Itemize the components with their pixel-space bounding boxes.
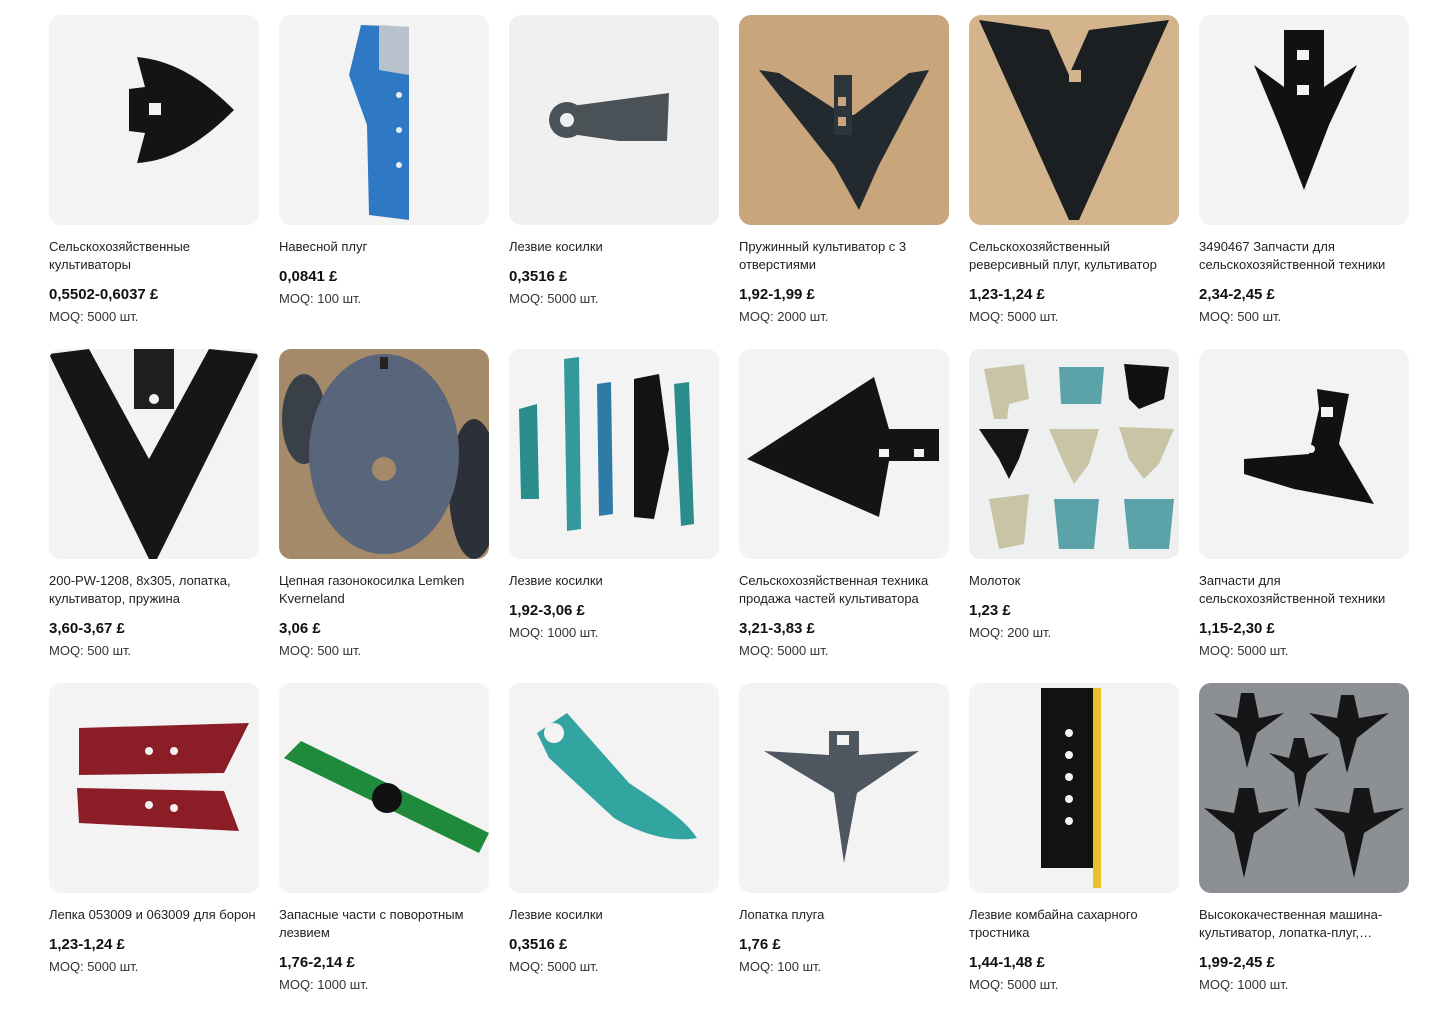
product-moq: MOQ: 1000 шт. [1199, 977, 1289, 992]
cultivator-point-image[interactable] [1199, 15, 1409, 225]
sweeps-set-image[interactable] [1199, 683, 1409, 893]
product-card[interactable]: 3490467 Запчасти для сельскохозяйственно… [1199, 15, 1409, 349]
product-card[interactable]: Запасные части с поворотным лезвием 1,76-… [279, 683, 489, 1017]
product-title[interactable]: Лепка 053009 и 063009 для борон [49, 906, 259, 924]
product-title[interactable]: Лезвие косилки [509, 238, 719, 256]
product-moq: MOQ: 100 шт. [279, 291, 362, 306]
product-moq: MOQ: 5000 шт. [1199, 643, 1289, 658]
product-card[interactable]: Сельскохозяйственный реверсивный плуг, к… [969, 15, 1179, 349]
product-card[interactable]: Лепка 053009 и 063009 для борон 1,23-1,24… [49, 683, 259, 1017]
product-title[interactable]: Запасные части с поворотным лезвием [279, 906, 489, 942]
arrow-sweep-image[interactable] [739, 349, 949, 559]
product-moq: MOQ: 100 шт. [739, 959, 822, 974]
red-blades-image[interactable] [49, 683, 259, 893]
product-moq: MOQ: 5000 шт. [509, 959, 599, 974]
product-title[interactable]: 200-PW-1208, 8x305, лопатка, культиватор… [49, 572, 259, 608]
product-card[interactable]: Сельскохозяйственная техника продажа час… [739, 349, 949, 683]
product-title[interactable]: 3490467 Запчасти для сельскохозяйственно… [1199, 238, 1409, 274]
product-moq: MOQ: 500 шт. [279, 643, 362, 658]
product-price: 1,92-3,06 £ [509, 602, 585, 619]
product-price: 0,3516 £ [509, 268, 568, 285]
product-card[interactable]: Сельскохозяйственные культиваторы 0,5502-… [49, 15, 259, 349]
hammers-image[interactable] [969, 349, 1179, 559]
product-card[interactable]: Высококачественная машина-культиватор, л… [1199, 683, 1409, 1017]
product-moq: MOQ: 5000 шт. [969, 309, 1059, 324]
product-card[interactable]: Навесной плуг 0,0841 £ MOQ: 100 шт. [279, 15, 489, 349]
product-card[interactable]: Лезвие комбайна сахарного тростника 1,44-… [969, 683, 1179, 1017]
product-moq: MOQ: 2000 шт. [739, 309, 829, 324]
product-price: 1,92-1,99 £ [739, 286, 815, 303]
product-moq: MOQ: 500 шт. [49, 643, 132, 658]
product-title[interactable]: Молоток [969, 572, 1179, 590]
product-price: 0,5502-0,6037 £ [49, 286, 159, 303]
sweep-shank-image[interactable] [1199, 349, 1409, 559]
product-card[interactable]: Запчасти для сельскохозяйственной техник… [1199, 349, 1409, 683]
plough-blade-image[interactable] [279, 15, 489, 225]
product-price: 3,60-3,67 £ [49, 620, 125, 637]
product-price: 1,15-2,30 £ [1199, 620, 1275, 637]
product-card[interactable]: Лезвие косилки 0,3516 £ MOQ: 5000 шт. [509, 683, 719, 1017]
product-price: 1,44-1,48 £ [969, 954, 1045, 971]
product-moq: MOQ: 5000 шт. [509, 291, 599, 306]
plough-disc-image[interactable] [279, 349, 489, 559]
reversible-plough-image[interactable] [969, 15, 1179, 225]
product-grid: Сельскохозяйственные культиваторы 0,5502-… [49, 15, 1409, 1017]
cane-blade-image[interactable] [969, 683, 1179, 893]
product-moq: MOQ: 5000 шт. [969, 977, 1059, 992]
product-title[interactable]: Лезвие комбайна сахарного тростника [969, 906, 1179, 942]
flail-blades-image[interactable] [509, 349, 719, 559]
product-title[interactable]: Сельскохозяйственный реверсивный плуг, к… [969, 238, 1179, 274]
product-price: 1,23 £ [969, 602, 1011, 619]
product-moq: MOQ: 5000 шт. [49, 959, 139, 974]
product-moq: MOQ: 1000 шт. [509, 625, 599, 640]
product-card[interactable]: Пружинный культиватор с 3 отверстиями 1,9… [739, 15, 949, 349]
product-title[interactable]: Лезвие косилки [509, 906, 719, 924]
spring-cultivator-image[interactable] [739, 15, 949, 225]
product-moq: MOQ: 200 шт. [969, 625, 1052, 640]
v-sweep-image[interactable] [49, 349, 259, 559]
product-card[interactable]: Молоток 1,23 £ MOQ: 200 шт. [969, 349, 1179, 683]
rotary-blade-image[interactable] [279, 683, 489, 893]
product-title[interactable]: Навесной плуг [279, 238, 489, 256]
product-price: 0,0841 £ [279, 268, 338, 285]
product-title[interactable]: Высококачественная машина-культиватор, л… [1199, 906, 1409, 942]
product-moq: MOQ: 5000 шт. [739, 643, 829, 658]
product-price: 0,3516 £ [509, 936, 568, 953]
product-moq: MOQ: 500 шт. [1199, 309, 1282, 324]
product-title[interactable]: Сельскохозяйственная техника продажа час… [739, 572, 949, 608]
product-price: 2,34-2,45 £ [1199, 286, 1275, 303]
product-title[interactable]: Пружинный культиватор с 3 отверстиями [739, 238, 949, 274]
mower-blade-image[interactable] [509, 15, 719, 225]
product-price: 1,76 £ [739, 936, 781, 953]
cultivator-sweep-image[interactable] [49, 15, 259, 225]
product-price: 3,06 £ [279, 620, 321, 637]
product-title[interactable]: Лопатка плуга [739, 906, 949, 924]
product-card[interactable]: Цепная газонокосилка Lemken Kverneland 3,… [279, 349, 489, 683]
product-card[interactable]: Лопатка плуга 1,76 £ MOQ: 100 шт. [739, 683, 949, 1017]
product-title[interactable]: Цепная газонокосилка Lemken Kverneland [279, 572, 489, 608]
product-moq: MOQ: 1000 шт. [279, 977, 369, 992]
product-moq: MOQ: 5000 шт. [49, 309, 139, 324]
product-card[interactable]: Лезвие косилки 1,92-3,06 £ MOQ: 1000 шт. [509, 349, 719, 683]
product-price: 3,21-3,83 £ [739, 620, 815, 637]
product-card[interactable]: Лезвие косилки 0,3516 £ MOQ: 5000 шт. [509, 15, 719, 349]
grey-sweep-image[interactable] [739, 683, 949, 893]
product-price: 1,76-2,14 £ [279, 954, 355, 971]
teal-blade-image[interactable] [509, 683, 719, 893]
product-card[interactable]: 200-PW-1208, 8x305, лопатка, культиватор… [49, 349, 259, 683]
product-price: 1,23-1,24 £ [49, 936, 125, 953]
product-title[interactable]: Сельскохозяйственные культиваторы [49, 238, 259, 274]
product-title[interactable]: Запчасти для сельскохозяйственной техник… [1199, 572, 1409, 608]
product-price: 1,99-2,45 £ [1199, 954, 1275, 971]
product-price: 1,23-1,24 £ [969, 286, 1045, 303]
product-title[interactable]: Лезвие косилки [509, 572, 719, 590]
